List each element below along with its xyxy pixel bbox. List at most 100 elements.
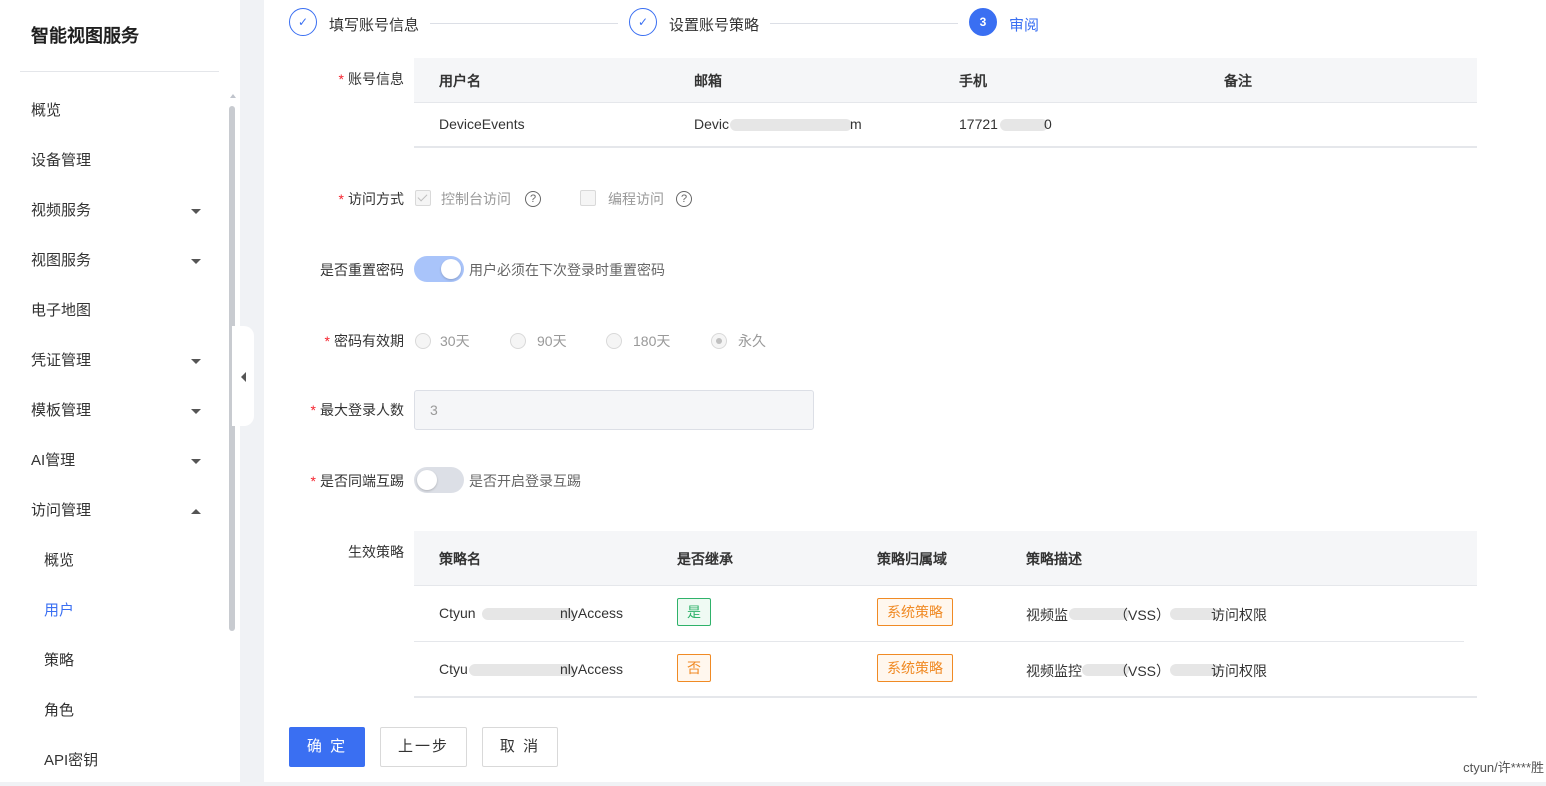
kick-out-label: * 是否同端互踢 (310, 473, 404, 489)
question-circle-icon[interactable]: ? (676, 191, 692, 207)
sidebar-subitem-api-keys[interactable]: API密钥 (0, 736, 228, 786)
chevron-up-icon (191, 509, 201, 514)
toggle-knob (417, 470, 437, 490)
step-2-label: 设置账号策略 (669, 17, 760, 34)
account-info-label: * 账号信息 (338, 71, 404, 87)
sidebar-subitem-policies[interactable]: 策略 (0, 636, 228, 686)
radio-90-days[interactable] (510, 333, 526, 349)
domain-badge: 系统策略 (877, 654, 953, 682)
sidebar-collapse-button[interactable] (232, 326, 254, 426)
account-table: 用户名 邮箱 手机 备注 DeviceEvents Devic m 17721 … (414, 58, 1477, 148)
scroll-up-arrow-icon[interactable] (230, 94, 236, 98)
step-connector (770, 23, 958, 24)
radio-30-days[interactable] (415, 333, 431, 349)
chevron-down-icon (191, 359, 201, 364)
inherit-badge: 是 (677, 598, 711, 626)
sidebar-subitem-roles[interactable]: 角色 (0, 686, 228, 736)
sidebar-subitem-users[interactable]: 用户 (0, 586, 228, 636)
cell-desc-mid: （VSS） (1114, 607, 1171, 623)
divider (414, 641, 1464, 642)
confirm-button[interactable]: 确 定 (289, 727, 365, 767)
col-domain: 策略归属域 (877, 551, 947, 567)
sidebar-item-label: 视频服务 (31, 202, 92, 219)
redaction (1000, 119, 1048, 131)
reset-password-label: 是否重置密码 (320, 262, 404, 278)
sidebar-item-access-management[interactable]: 访问管理 (0, 486, 228, 536)
toggle-knob (441, 259, 461, 279)
inherit-badge: 否 (677, 654, 711, 682)
sidebar-item-label: AI管理 (31, 452, 76, 469)
radio-30-days-label: 30天 (440, 333, 470, 349)
cell-phone-start: 17721 (959, 116, 998, 132)
sidebar-item-overview[interactable]: 概览 (0, 86, 228, 136)
radio-180-days[interactable] (606, 333, 622, 349)
question-circle-icon[interactable]: ? (525, 191, 541, 207)
previous-step-button[interactable]: 上一步 (380, 727, 467, 767)
sidebar-item-label: 模板管理 (31, 402, 92, 419)
step-3-label: 审阅 (1009, 17, 1040, 34)
redaction (469, 664, 574, 676)
sidebar-item-label: API密钥 (44, 752, 99, 769)
sidebar-item-ai-management[interactable]: AI管理 (0, 436, 228, 486)
step-1-check-icon: ✓ (289, 8, 317, 36)
policies-table: 策略名 是否继承 策略归属域 策略描述 Ctyun nlyAccess 是 系统… (414, 531, 1477, 698)
sidebar-item-label: 凭证管理 (31, 352, 92, 369)
cell-email-end: m (850, 116, 862, 132)
divider (20, 71, 219, 72)
sidebar-subitem-overview[interactable]: 概览 (0, 536, 228, 586)
col-username: 用户名 (439, 73, 481, 89)
col-email: 邮箱 (694, 73, 722, 89)
sidebar-item-label: 电子地图 (31, 302, 92, 319)
radio-90-days-label: 90天 (537, 333, 567, 349)
cell-desc-start: 视频监控 (1026, 663, 1082, 679)
sidebar-item-device-management[interactable]: 设备管理 (0, 136, 228, 186)
divider (414, 146, 1477, 148)
kick-out-toggle[interactable] (414, 467, 464, 493)
col-inherit: 是否继承 (677, 551, 733, 567)
sidebar-item-label: 概览 (31, 102, 62, 119)
app-title: 智能视图服务 (31, 26, 139, 46)
reset-password-description: 用户必须在下次登录时重置密码 (469, 262, 665, 278)
step-3-number: 3 (969, 8, 997, 36)
col-remark: 备注 (1224, 73, 1252, 89)
main-content: ✓ 填写账号信息 ✓ 设置账号策略 3 审阅 * 账号信息 用户名 邮箱 手机 备… (264, 0, 1546, 782)
sidebar-item-video-service[interactable]: 视频服务 (0, 186, 228, 236)
step-connector (430, 23, 618, 24)
cell-phone-end: 0 (1044, 116, 1052, 132)
cell-desc-end: 访问权限 (1211, 607, 1267, 623)
policies-label: 生效策略 (348, 544, 404, 560)
programmatic-access-checkbox[interactable] (580, 190, 596, 206)
cancel-button[interactable]: 取 消 (482, 727, 558, 767)
reset-password-toggle[interactable] (414, 256, 464, 282)
cell-desc-mid: （VSS） (1114, 663, 1171, 679)
sidebar-item-label: 设备管理 (31, 152, 92, 169)
chevron-left-icon (241, 372, 246, 382)
col-description: 策略描述 (1026, 551, 1082, 567)
console-access-checkbox[interactable] (415, 190, 431, 206)
sidebar-item-credential-management[interactable]: 凭证管理 (0, 336, 228, 386)
step-1-label: 填写账号信息 (329, 17, 420, 34)
redaction (730, 119, 852, 131)
chevron-down-icon (191, 409, 201, 414)
radio-permanent[interactable] (711, 333, 727, 349)
table-header: 用户名 邮箱 手机 备注 (414, 58, 1477, 102)
sidebar-item-view-service[interactable]: 视图服务 (0, 236, 228, 286)
cell-policy-name-start: Ctyun (439, 605, 476, 621)
console-access-label: 控制台访问 (441, 191, 511, 207)
sidebar-item-label: 视图服务 (31, 252, 92, 269)
max-login-label: * 最大登录人数 (310, 402, 404, 418)
step-2-check-icon: ✓ (629, 8, 657, 36)
sidebar-item-template-management[interactable]: 模板管理 (0, 386, 228, 436)
sidebar-item-electronic-map[interactable]: 电子地图 (0, 286, 228, 336)
sidebar-item-label: 概览 (44, 552, 75, 569)
max-login-input[interactable]: 3 (414, 390, 814, 430)
sidebar-item-label: 访问管理 (31, 502, 92, 519)
domain-badge: 系统策略 (877, 598, 953, 626)
user-watermark: ctyun/许****胜 (1463, 760, 1544, 775)
col-policy-name: 策略名 (439, 551, 481, 567)
sidebar-nav: 概览 设备管理 视频服务 视图服务 电子地图 凭证管理 模板管理 AI管理 访问… (0, 86, 228, 786)
chevron-down-icon (191, 209, 201, 214)
sidebar-item-label: 用户 (44, 602, 75, 619)
radio-permanent-label: 永久 (738, 333, 766, 349)
cell-desc-start: 视频监 (1026, 607, 1068, 623)
